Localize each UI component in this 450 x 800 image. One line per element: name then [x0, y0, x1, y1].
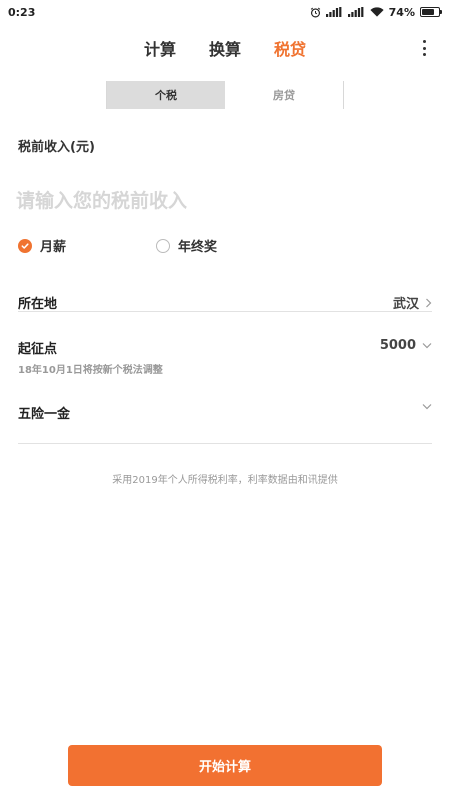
more-menu-icon[interactable] — [422, 40, 426, 56]
status-time: 0:23 — [8, 5, 36, 19]
threshold-value: 5000 — [379, 338, 416, 353]
radio-year-end-bonus[interactable]: 年终奖 — [156, 236, 217, 255]
threshold-label: 起征点 — [18, 342, 58, 357]
battery-icon — [420, 7, 442, 17]
battery-percent: 74% — [388, 5, 415, 19]
threshold-text: 起征点 18年10月1日将按新个税法调整 — [18, 338, 163, 376]
top-tabs: 计算 换算 税贷 — [0, 30, 450, 66]
threshold-row[interactable]: 起征点 18年10月1日将按新个税法调整 5000 — [18, 338, 432, 376]
insurance-value-group — [416, 403, 432, 410]
chevron-right-icon — [425, 298, 432, 308]
location-row[interactable]: 所在地 武汉 — [18, 293, 432, 312]
radio-monthly[interactable]: 月薪 — [18, 236, 66, 255]
battery-level — [422, 9, 434, 15]
location-label: 所在地 — [18, 297, 58, 312]
rate-source-note: 采用2019年个人所得税利率，利率数据由和讯提供 — [112, 475, 338, 486]
chevron-down-icon — [422, 342, 432, 349]
tab-tax-loan[interactable]: 税贷 — [274, 36, 306, 60]
radio-bonus-label: 年终奖 — [178, 240, 218, 255]
income-input[interactable] — [16, 184, 426, 218]
divider — [18, 443, 432, 444]
alarm-icon — [310, 7, 321, 18]
sub-tabs: 个税 房贷 — [106, 81, 344, 109]
income-label: 税前收入(元) — [18, 140, 95, 155]
insurance-row[interactable]: 五险一金 — [18, 403, 432, 422]
status-icons: 74% — [310, 5, 442, 19]
wifi-icon — [370, 7, 384, 17]
divider — [18, 311, 432, 312]
threshold-note: 18年10月1日将按新个税法调整 — [18, 365, 163, 376]
tab-calculate[interactable]: 计算 — [144, 36, 176, 60]
threshold-value-group: 5000 — [380, 338, 432, 353]
insurance-label: 五险一金 — [18, 407, 71, 422]
signal-icon — [325, 7, 343, 17]
chevron-down-icon — [422, 403, 432, 410]
tab-mortgage[interactable]: 房贷 — [225, 81, 343, 109]
radio-monthly-label: 月薪 — [40, 240, 67, 255]
tab-convert[interactable]: 换算 — [209, 36, 241, 60]
start-calculate-button[interactable]: 开始计算 — [68, 745, 382, 786]
signal-icon — [347, 7, 365, 17]
radio-unchecked-icon — [156, 238, 170, 253]
tab-personal-tax[interactable]: 个税 — [107, 81, 225, 109]
location-value-group: 武汉 — [393, 293, 432, 312]
radio-checked-icon — [18, 238, 32, 253]
status-bar: 0:23 74% — [0, 0, 450, 24]
location-value: 武汉 — [392, 297, 419, 312]
